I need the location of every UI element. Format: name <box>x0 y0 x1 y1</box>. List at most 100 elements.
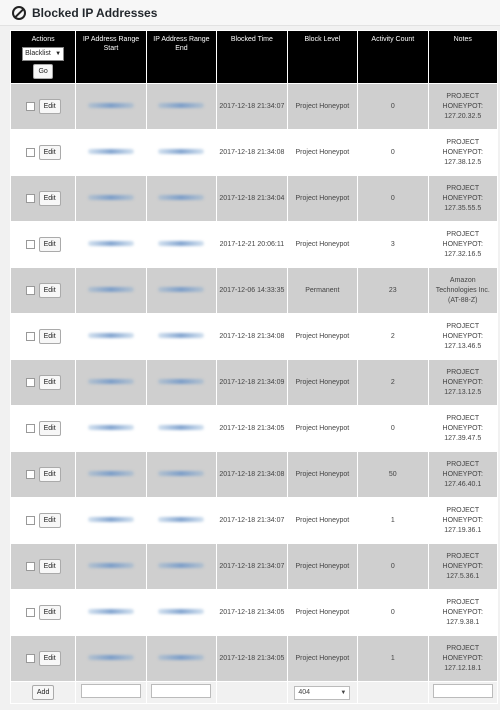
redacted-ip-end <box>158 378 205 384</box>
edit-button[interactable]: Edit <box>38 283 61 298</box>
notes-cell: PROJECT HONEYPOT: 127.5.36.1 <box>427 543 499 590</box>
go-button[interactable]: Go <box>33 64 53 79</box>
row-select-checkbox[interactable] <box>25 332 35 341</box>
block-level-cell: Project Honeypot <box>286 83 359 130</box>
empty-cell <box>357 681 429 704</box>
blocked-time-cell: 2017-12-06 14:33:35 <box>216 267 288 314</box>
list-type-select-value: Blacklist <box>25 50 51 57</box>
edit-button[interactable]: Edit <box>38 99 61 114</box>
activity-count-cell: 2 <box>357 359 429 406</box>
edit-button[interactable]: Edit <box>38 421 61 436</box>
activity-count-cell: 0 <box>357 543 429 590</box>
edit-button[interactable]: Edit <box>38 605 61 620</box>
row-select-checkbox[interactable] <box>25 286 35 295</box>
edit-button[interactable]: Edit <box>38 145 61 160</box>
panel-header: Blocked IP Addresses <box>0 0 500 26</box>
redacted-ip-end <box>158 516 205 522</box>
block-level-cell: Project Honeypot <box>286 589 359 636</box>
notes-cell: PROJECT HONEYPOT: 127.13.12.5 <box>427 359 499 406</box>
column-header-blocked-time[interactable]: Blocked Time <box>216 30 288 84</box>
redacted-ip-start <box>87 148 134 154</box>
redacted-ip-end <box>158 286 205 292</box>
column-header-notes[interactable]: Notes <box>427 30 499 84</box>
notes-cell: PROJECT HONEYPOT: 127.35.55.5 <box>427 175 499 222</box>
notes-cell: Amazon Technologies Inc. (AT-88-Z) <box>427 267 499 314</box>
table-row: Edit 2017-12-18 21:34:08 Project Honeypot 2… <box>9 313 499 360</box>
ip-start-input[interactable] <box>80 683 141 698</box>
notes-cell: PROJECT HONEYPOT: 127.12.18.1 <box>427 635 499 682</box>
row-select-checkbox[interactable] <box>25 516 35 525</box>
blocked-time-cell: 2017-12-18 21:34:07 <box>216 497 288 544</box>
edit-button[interactable]: Edit <box>38 191 61 206</box>
row-select-checkbox[interactable] <box>25 102 35 111</box>
column-header-ip-start[interactable]: IP Address Range Start <box>75 30 147 84</box>
blocked-time-cell: 2017-12-18 21:34:05 <box>216 589 288 636</box>
redacted-ip-start <box>87 470 134 476</box>
row-select-checkbox[interactable] <box>25 424 35 433</box>
row-select-checkbox[interactable] <box>25 194 35 203</box>
edit-button[interactable]: Edit <box>38 513 61 528</box>
blocked-time-cell: 2017-12-18 21:34:05 <box>216 635 288 682</box>
table-row: Edit 2017-12-06 14:33:35 Permanent 23 Amazon… <box>9 267 499 314</box>
column-header-ip-end[interactable]: IP Address Range End <box>145 30 218 84</box>
blocked-ip-table: Actions Blacklist ▼ Go IP Address Range … <box>9 30 499 704</box>
redacted-ip-start <box>87 240 134 246</box>
blocked-time-cell: 2017-12-18 21:34:07 <box>216 83 288 130</box>
redacted-ip-end <box>158 562 205 568</box>
row-select-checkbox[interactable] <box>25 148 35 157</box>
blocked-time-cell: 2017-12-18 21:34:08 <box>216 129 288 176</box>
redacted-ip-end <box>158 654 205 660</box>
redacted-ip-end <box>158 424 205 430</box>
notes-cell: PROJECT HONEYPOT: 127.32.16.5 <box>427 221 499 268</box>
ip-end-input[interactable] <box>151 683 212 698</box>
blocked-time-cell: 2017-12-21 20:06:11 <box>216 221 288 268</box>
edit-button[interactable]: Edit <box>38 559 61 574</box>
row-select-checkbox[interactable] <box>25 378 35 387</box>
activity-count-cell: 0 <box>357 405 429 452</box>
row-select-checkbox[interactable] <box>25 240 35 249</box>
redacted-ip-end <box>158 194 205 200</box>
activity-count-cell: 50 <box>357 451 429 498</box>
notes-cell: PROJECT HONEYPOT: 127.39.47.5 <box>427 405 499 452</box>
block-level-cell: Project Honeypot <box>286 543 359 590</box>
redacted-ip-end <box>158 102 205 108</box>
edit-button[interactable]: Edit <box>38 329 61 344</box>
notes-input[interactable] <box>432 683 493 698</box>
block-level-cell: Project Honeypot <box>286 359 359 406</box>
redacted-ip-start <box>87 194 134 200</box>
blocked-time-cell: 2017-12-18 21:34:08 <box>216 451 288 498</box>
notes-cell: PROJECT HONEYPOT: 127.13.46.5 <box>427 313 499 360</box>
activity-count-cell: 23 <box>357 267 429 314</box>
edit-button[interactable]: Edit <box>38 651 61 666</box>
redacted-ip-start <box>87 516 134 522</box>
column-header-block-level[interactable]: Block Level <box>286 30 359 84</box>
row-select-checkbox[interactable] <box>25 562 35 571</box>
blocked-ip-panel: Blocked IP Addresses Actions Blacklist ▼… <box>0 0 500 710</box>
block-level-cell: Project Honeypot <box>286 221 359 268</box>
redacted-ip-start <box>87 332 134 338</box>
edit-button[interactable]: Edit <box>38 237 61 252</box>
block-level-select[interactable]: 404 ▼ <box>294 685 351 700</box>
redacted-ip-end <box>158 470 205 476</box>
add-button[interactable]: Add <box>31 685 55 700</box>
redacted-ip-start <box>87 286 134 292</box>
block-icon <box>12 5 26 20</box>
row-select-checkbox[interactable] <box>25 608 35 617</box>
blocked-time-cell: 2017-12-18 21:34:09 <box>216 359 288 406</box>
redacted-ip-end <box>158 608 205 614</box>
edit-button[interactable]: Edit <box>38 375 61 390</box>
table-row: Edit 2017-12-18 21:34:04 Project Honeypot 0… <box>9 175 499 222</box>
row-select-checkbox[interactable] <box>25 470 35 479</box>
blocked-time-cell: 2017-12-18 21:34:08 <box>216 313 288 360</box>
column-header-activity-count[interactable]: Activity Count <box>357 30 429 84</box>
notes-cell: PROJECT HONEYPOT: 127.9.38.1 <box>427 589 499 636</box>
edit-button[interactable]: Edit <box>38 467 61 482</box>
page-title: Blocked IP Addresses <box>32 5 158 20</box>
redacted-ip-start <box>87 562 134 568</box>
table-body: Edit 2017-12-18 21:34:07 Project Honeypot 0… <box>9 83 499 682</box>
list-type-select[interactable]: Blacklist ▼ <box>22 47 65 61</box>
activity-count-cell: 0 <box>357 83 429 130</box>
row-select-checkbox[interactable] <box>25 654 35 663</box>
notes-cell: PROJECT HONEYPOT: 127.46.40.1 <box>427 451 499 498</box>
block-level-cell: Project Honeypot <box>286 451 359 498</box>
